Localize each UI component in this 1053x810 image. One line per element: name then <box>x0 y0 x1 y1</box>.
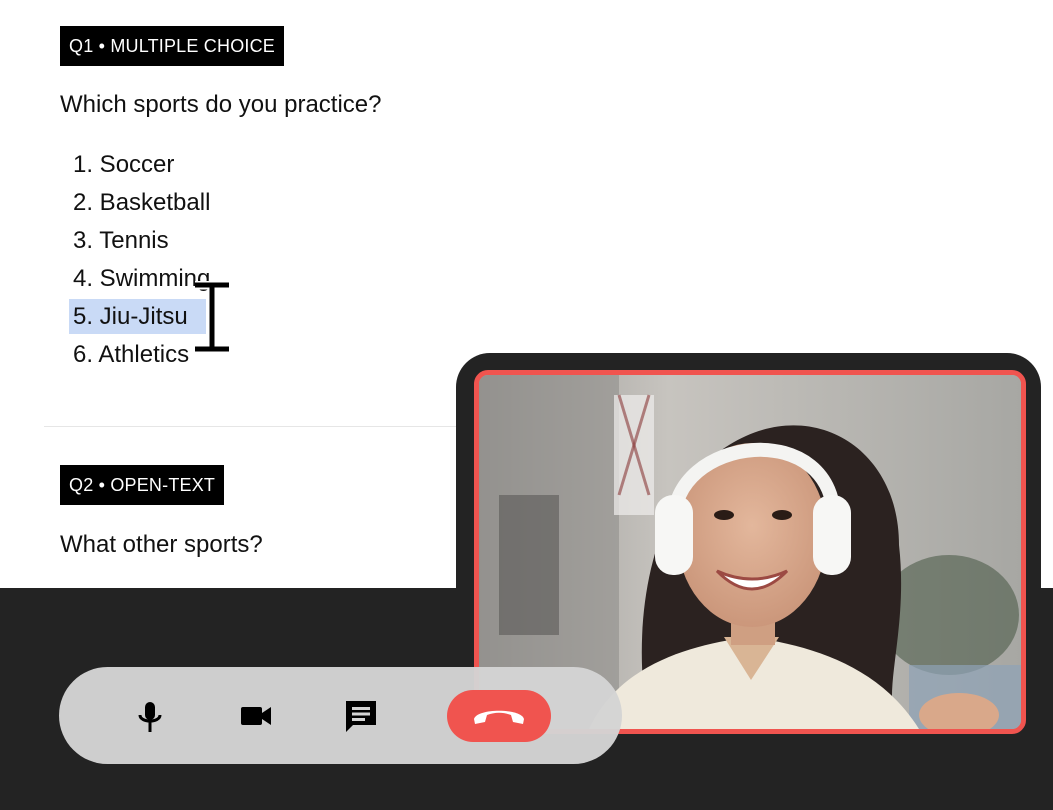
option-label: 6. Athletics <box>73 341 190 368</box>
option-swimming[interactable]: 4. Swimming <box>73 260 210 298</box>
option-label: 2. Basketball <box>73 189 211 216</box>
q2-tag: Q2 • OPEN-TEXT <box>60 465 225 505</box>
option-label-selected: 5. Jiu-Jitsu <box>69 299 206 334</box>
section-divider <box>44 426 464 427</box>
q1-tag: Q1 • MULTIPLE CHOICE <box>60 26 285 66</box>
microphone-button[interactable] <box>132 697 168 737</box>
camera-button[interactable] <box>238 700 274 732</box>
text-cursor-icon <box>195 281 229 353</box>
video-camera-icon <box>241 707 271 725</box>
microphone-icon <box>138 702 162 732</box>
option-jiu-jitsu[interactable]: 5. Jiu-Jitsu <box>69 298 210 336</box>
q2-question: What other sports? <box>60 531 263 558</box>
option-tennis[interactable]: 3. Tennis <box>73 222 210 260</box>
chat-icon <box>346 701 376 732</box>
option-label: 1. Soccer <box>73 151 175 178</box>
option-label: 4. Swimming <box>73 265 211 292</box>
chat-button[interactable] <box>343 697 379 735</box>
option-label: 3. Tennis <box>73 227 169 254</box>
option-athletics[interactable]: 6. Athletics <box>73 336 210 374</box>
end-call-icon <box>474 710 524 724</box>
option-soccer[interactable]: 1. Soccer <box>73 146 210 184</box>
q1-options-list: 1. Soccer 2. Basketball 3. Tennis 4. Swi… <box>69 146 210 374</box>
q1-question: Which sports do you practice? <box>60 91 382 118</box>
end-call-button[interactable] <box>447 690 551 742</box>
option-basketball[interactable]: 2. Basketball <box>73 184 210 222</box>
